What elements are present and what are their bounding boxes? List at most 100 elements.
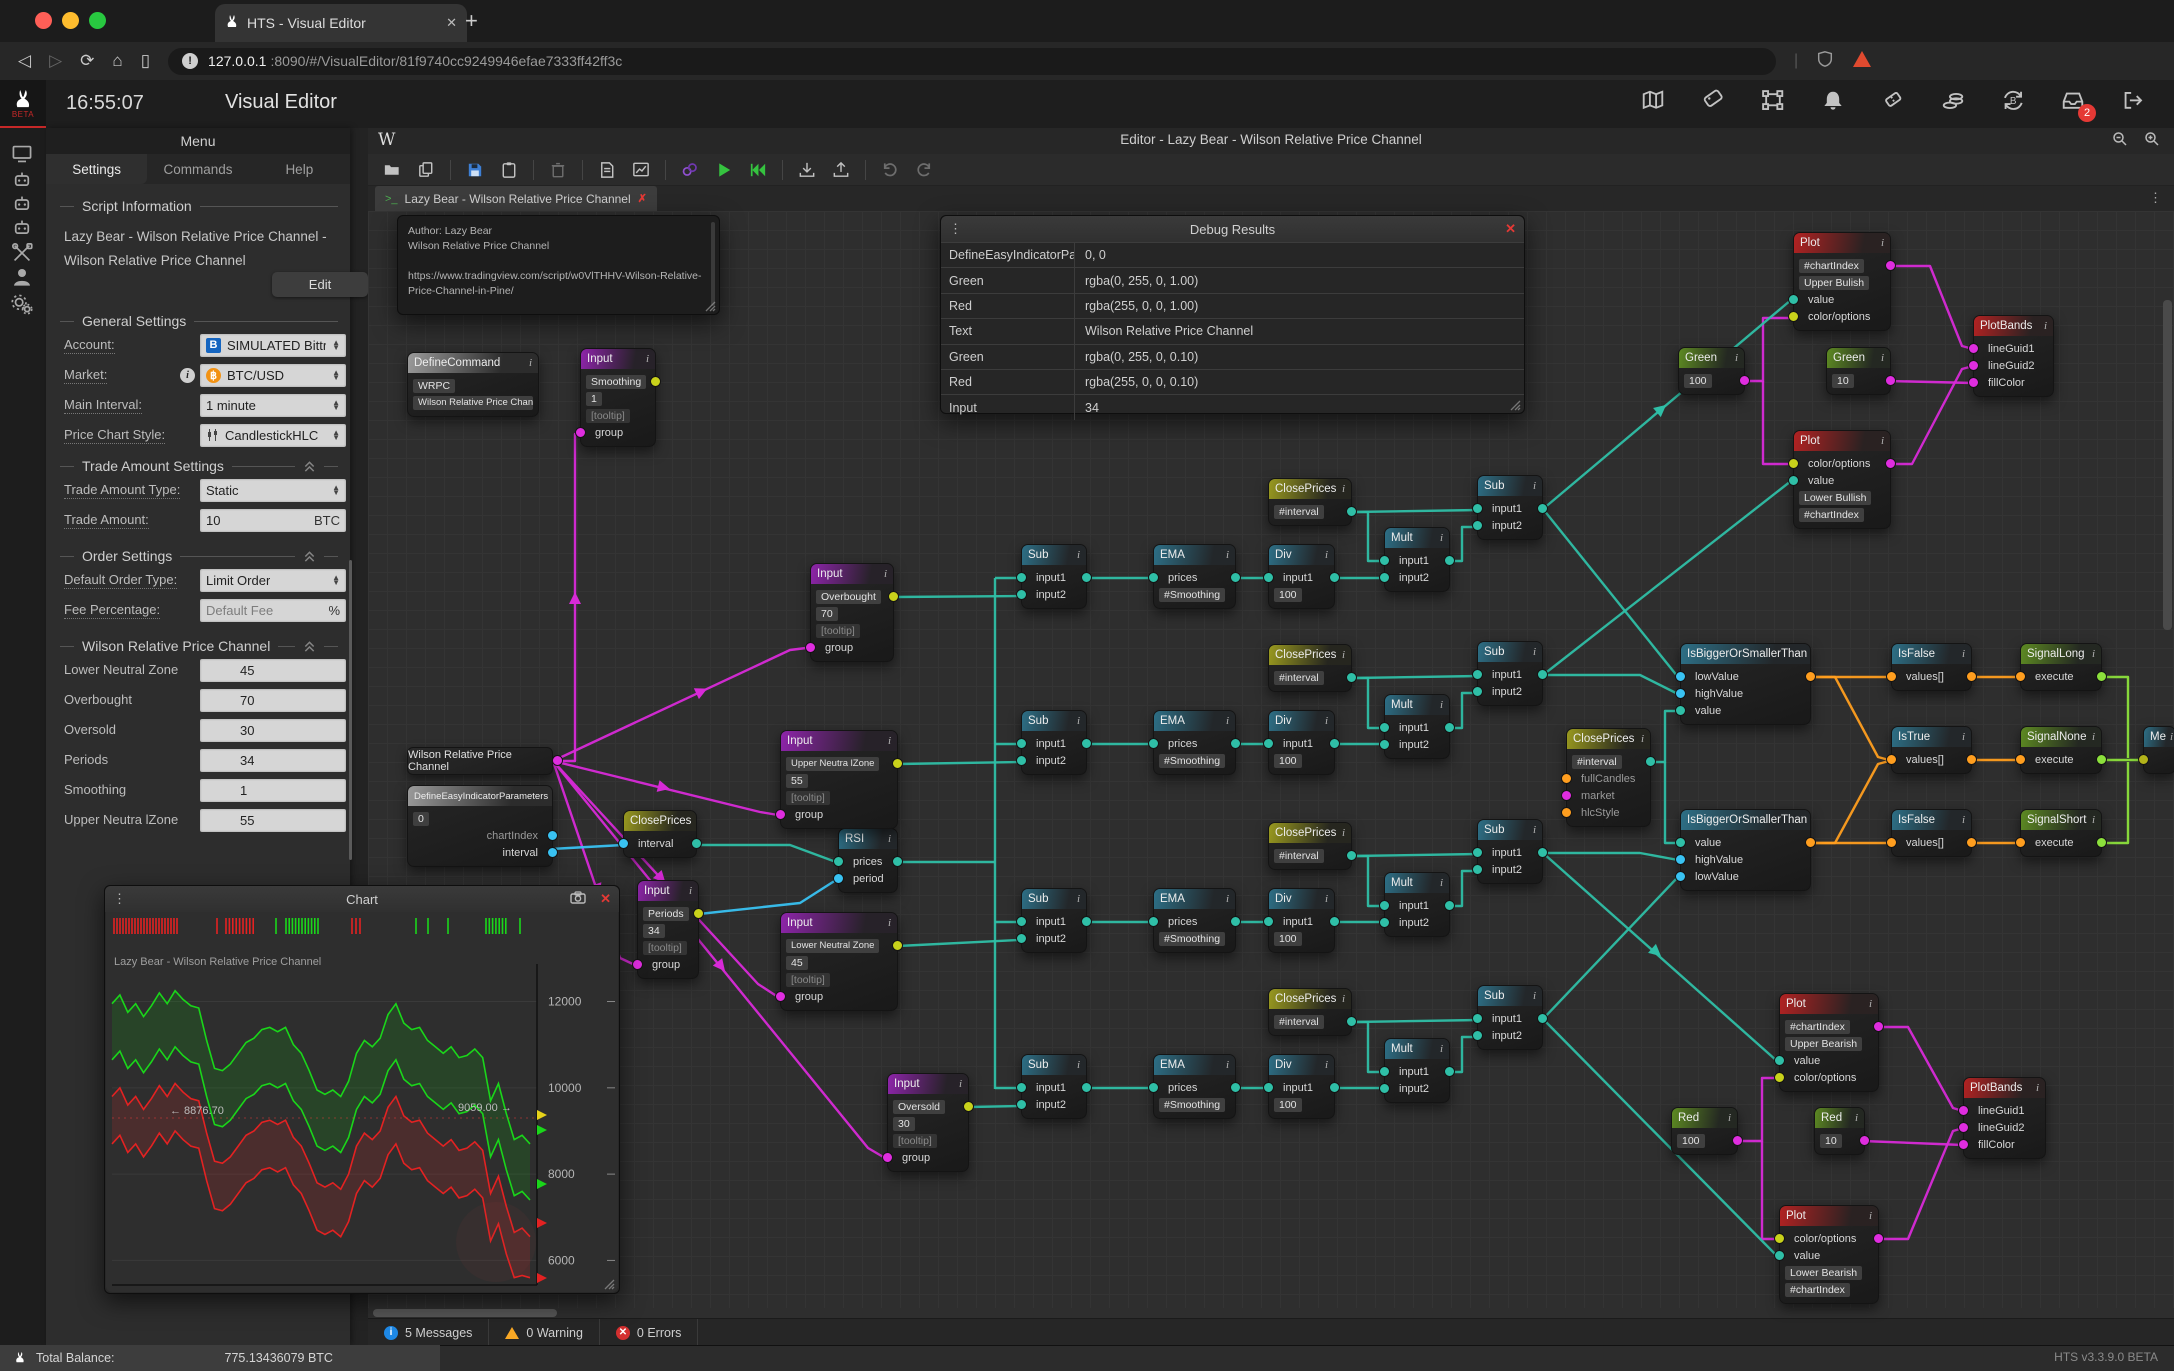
info-icon[interactable]: i <box>1073 893 1080 905</box>
port-dot[interactable] <box>1561 790 1572 801</box>
node-sub[interactable]: Subiinput1input2 <box>1477 819 1543 884</box>
node-plot[interactable]: Ploticolor/optionsvalueLower Bearish#cha… <box>1779 1205 1879 1304</box>
info-icon[interactable]: i <box>884 833 891 845</box>
node-div[interactable]: Diviinput1100 <box>1268 888 1335 953</box>
port-dot[interactable] <box>1873 1233 1884 1244</box>
port-dot[interactable] <box>1675 688 1686 699</box>
node-mult[interactable]: Multiinput1input2 <box>1384 694 1450 759</box>
node-ema[interactable]: EMAiprices#Smoothing <box>1153 888 1236 953</box>
info-icon[interactable]: i <box>1865 998 1872 1010</box>
port-dot[interactable] <box>693 908 704 919</box>
debug-title-bar[interactable]: ⋮ Debug Results ✕ <box>941 216 1524 242</box>
info-icon[interactable]: i <box>1958 731 1965 743</box>
field-overbought[interactable]: 70 <box>200 689 346 712</box>
info-icon[interactable]: i <box>1731 352 1738 364</box>
info-icon[interactable]: i <box>2040 320 2047 332</box>
kebab-icon[interactable]: ⋮ <box>113 891 126 907</box>
info-icon[interactable]: i <box>1222 715 1229 727</box>
port-dot[interactable] <box>1016 755 1027 766</box>
port-dot[interactable] <box>892 940 903 951</box>
port-dot[interactable] <box>1732 1135 1743 1146</box>
info-icon[interactable]: i <box>1877 435 1884 447</box>
port-dot[interactable] <box>1472 669 1483 680</box>
node-mult[interactable]: Multiinput1input2 <box>1384 527 1450 592</box>
info-icon[interactable]: i <box>884 735 891 747</box>
stepper-icon[interactable]: ▲▼ <box>332 400 340 410</box>
node-me[interactable]: Mei <box>2143 726 2174 774</box>
port-dot[interactable] <box>1329 1082 1340 1093</box>
rail-tools-icon[interactable] <box>10 241 34 265</box>
section-order-settings[interactable]: Order Settings <box>60 548 338 564</box>
node-plotbands[interactable]: PlotBandsilineGuid1lineGuid2fillColor <box>1973 315 2054 397</box>
zoom-out-icon[interactable] <box>2112 131 2128 152</box>
node-isbiggerorsmallerthan[interactable]: IsBiggerOrSmallerThanivaluehighValuelowV… <box>1680 809 1811 891</box>
section-general-settings[interactable]: General Settings <box>60 313 338 329</box>
field-periods[interactable]: 34 <box>200 749 346 772</box>
trash-icon[interactable] <box>548 160 568 180</box>
info-icon[interactable]: i <box>1807 648 1810 660</box>
port-dot[interactable] <box>1444 722 1455 733</box>
port-dot[interactable] <box>1379 739 1390 750</box>
node-sub[interactable]: Subiinput1input2 <box>1021 544 1087 609</box>
port-dot[interactable] <box>552 755 563 766</box>
stepper-icon[interactable]: ▲▼ <box>332 485 340 495</box>
info-icon[interactable]: i <box>180 368 195 383</box>
port-dot[interactable] <box>833 856 844 867</box>
port-dot[interactable] <box>1788 311 1799 322</box>
node-input[interactable]: InputiOverbought70[tooltip]group <box>810 563 894 662</box>
port-dot[interactable] <box>1016 916 1027 927</box>
node-signalshort[interactable]: SignalShortiexecute <box>2020 809 2102 857</box>
port-dot[interactable] <box>1263 738 1274 749</box>
info-icon[interactable]: i <box>548 790 552 802</box>
port-dot[interactable] <box>1739 375 1750 386</box>
node-istrue[interactable]: IsTrueivalues[] <box>1891 726 1972 774</box>
port-dot[interactable] <box>2096 837 2107 848</box>
node-sub[interactable]: Subiinput1input2 <box>1021 888 1087 953</box>
section-wilson-relative-price-channel[interactable]: Wilson Relative Price Channel <box>60 638 338 654</box>
info-icon[interactable]: i <box>2088 648 2095 660</box>
info-icon[interactable]: i <box>884 917 891 929</box>
node-isbiggerorsmallerthan[interactable]: IsBiggerOrSmallerThanilowValuehighValuev… <box>1680 643 1811 725</box>
resize-handle-icon[interactable] <box>1509 399 1521 411</box>
field-oversold[interactable]: 30 <box>200 719 346 742</box>
node-div[interactable]: Diviinput1100 <box>1268 710 1335 775</box>
download-icon[interactable] <box>797 160 817 180</box>
debug-results-panel[interactable]: ⋮ Debug Results ✕ DefineEasyIndicatorPar… <box>940 215 1525 414</box>
node-input[interactable]: InputiLower Neutral Zone45[tooltip]group <box>780 912 898 1011</box>
info-icon[interactable]: i <box>642 353 649 365</box>
port-dot[interactable] <box>1081 1082 1092 1093</box>
info-icon[interactable]: i <box>1436 699 1443 711</box>
port-dot[interactable] <box>1329 738 1340 749</box>
node-closeprices[interactable]: ClosePricesi#interval <box>1268 478 1352 526</box>
zoom-in-icon[interactable] <box>2144 131 2160 152</box>
play-icon[interactable] <box>714 160 734 180</box>
app-logo[interactable]: BETA <box>0 80 46 129</box>
rail-monitor-icon[interactable] <box>10 142 34 166</box>
port-dot[interactable] <box>1774 1233 1785 1244</box>
port-dot[interactable] <box>575 427 586 438</box>
node-wilson-relative-price-channel[interactable]: Wilson Relative Price Channel <box>407 747 553 775</box>
port-dot[interactable] <box>2015 754 2026 765</box>
paste-icon[interactable] <box>499 160 519 180</box>
port-dot[interactable] <box>1379 1066 1390 1077</box>
info-icon[interactable]: i <box>1807 814 1810 826</box>
sign-out-icon[interactable] <box>2120 88 2146 114</box>
port-dot[interactable] <box>618 838 629 849</box>
node-signallong[interactable]: SignalLongiexecute <box>2020 643 2102 691</box>
port-dot[interactable] <box>1885 458 1896 469</box>
info-icon[interactable]: i <box>1529 480 1536 492</box>
port-dot[interactable] <box>1645 756 1656 767</box>
info-icon[interactable]: i <box>1877 237 1884 249</box>
port-dot[interactable] <box>1675 871 1686 882</box>
port-dot[interactable] <box>1774 1055 1785 1066</box>
port-dot[interactable] <box>1805 671 1816 682</box>
node-mult[interactable]: Multiinput1input2 <box>1384 1038 1450 1103</box>
port-dot[interactable] <box>1788 475 1799 486</box>
info-icon[interactable]: i <box>525 357 532 369</box>
node-sub[interactable]: Subiinput1input2 <box>1477 641 1543 706</box>
copy-icon[interactable] <box>416 160 436 180</box>
port-dot[interactable] <box>1774 1072 1785 1083</box>
info-icon[interactable]: i <box>1222 549 1229 561</box>
port-dot[interactable] <box>2096 671 2107 682</box>
tabstrip-more-icon[interactable]: ⋮ <box>2149 190 2162 206</box>
